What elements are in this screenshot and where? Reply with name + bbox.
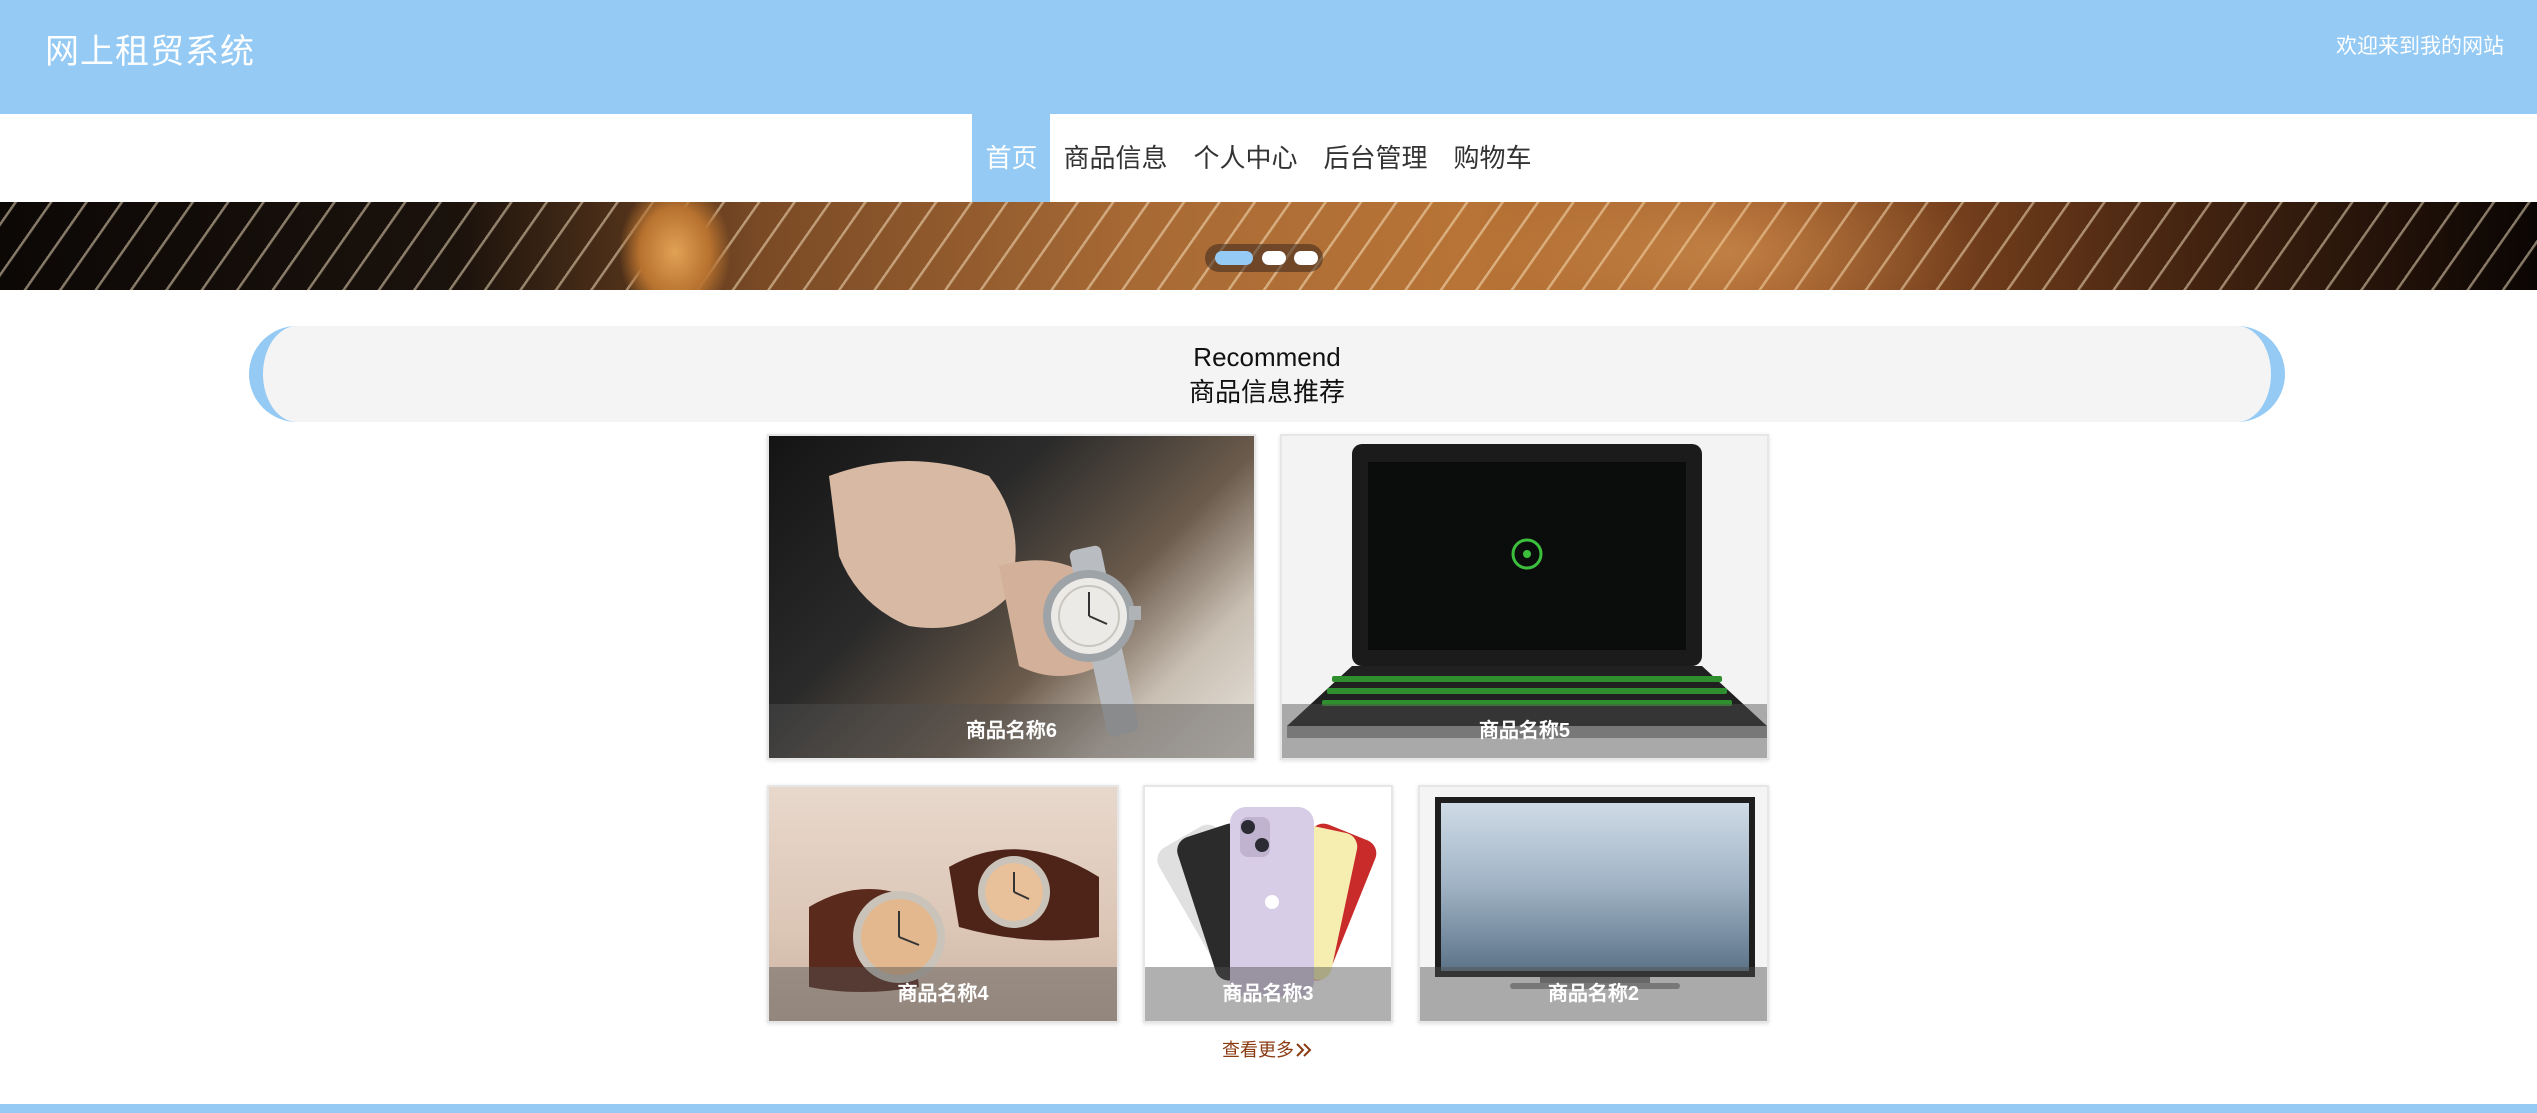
site-logo[interactable]: 网上租贸系统 (45, 24, 255, 73)
recommend-title-cn: 商品信息推荐 (1188, 377, 1345, 407)
double-chevron-right-icon (1296, 1043, 1312, 1057)
nav-item-cart[interactable]: 购物车 (1441, 114, 1545, 202)
banner-glow (620, 202, 730, 290)
carousel-dot-2[interactable] (1262, 251, 1286, 265)
product-card-4[interactable]: 商品名称4 (767, 785, 1119, 1023)
product-card-5[interactable]: 商品名称5 (1280, 434, 1769, 760)
product-card-6[interactable]: 商品名称6 (767, 434, 1256, 760)
recommend-title-en: Recommend (1193, 342, 1341, 372)
product-name: 商品名称2 (1420, 967, 1767, 1021)
nav-item-products[interactable]: 商品信息 (1050, 114, 1180, 202)
product-name: 商品名称3 (1145, 967, 1391, 1021)
nav-item-home[interactable]: 首页 (972, 114, 1051, 202)
nav-item-admin[interactable]: 后台管理 (1311, 114, 1441, 202)
site-header: 网上租贸系统 欢迎来到我的网站 (0, 0, 2537, 114)
carousel-dot-3[interactable] (1294, 251, 1318, 265)
view-more-link[interactable]: 查看更多 (1222, 1036, 1313, 1062)
recommend-section-header: Recommend 商品信息推荐 (249, 326, 2285, 422)
product-name: 商品名称4 (769, 967, 1117, 1021)
product-card-3[interactable]: 商品名称3 (1143, 785, 1393, 1023)
carousel-indicators (1205, 244, 1323, 272)
view-more-label: 查看更多 (1222, 1040, 1294, 1060)
product-name: 商品名称5 (1282, 704, 1767, 758)
banner-light (1480, 202, 1980, 290)
footer-bar (0, 1104, 2537, 1113)
product-name: 商品名称6 (769, 704, 1254, 758)
welcome-text: 欢迎来到我的网站 (2336, 35, 2504, 58)
product-card-2[interactable]: 商品名称2 (1418, 785, 1769, 1023)
nav-item-user-center[interactable]: 个人中心 (1180, 114, 1310, 202)
carousel-dot-1[interactable] (1215, 251, 1253, 265)
main-nav: 首页 商品信息 个人中心 后台管理 购物车 (0, 114, 2537, 202)
